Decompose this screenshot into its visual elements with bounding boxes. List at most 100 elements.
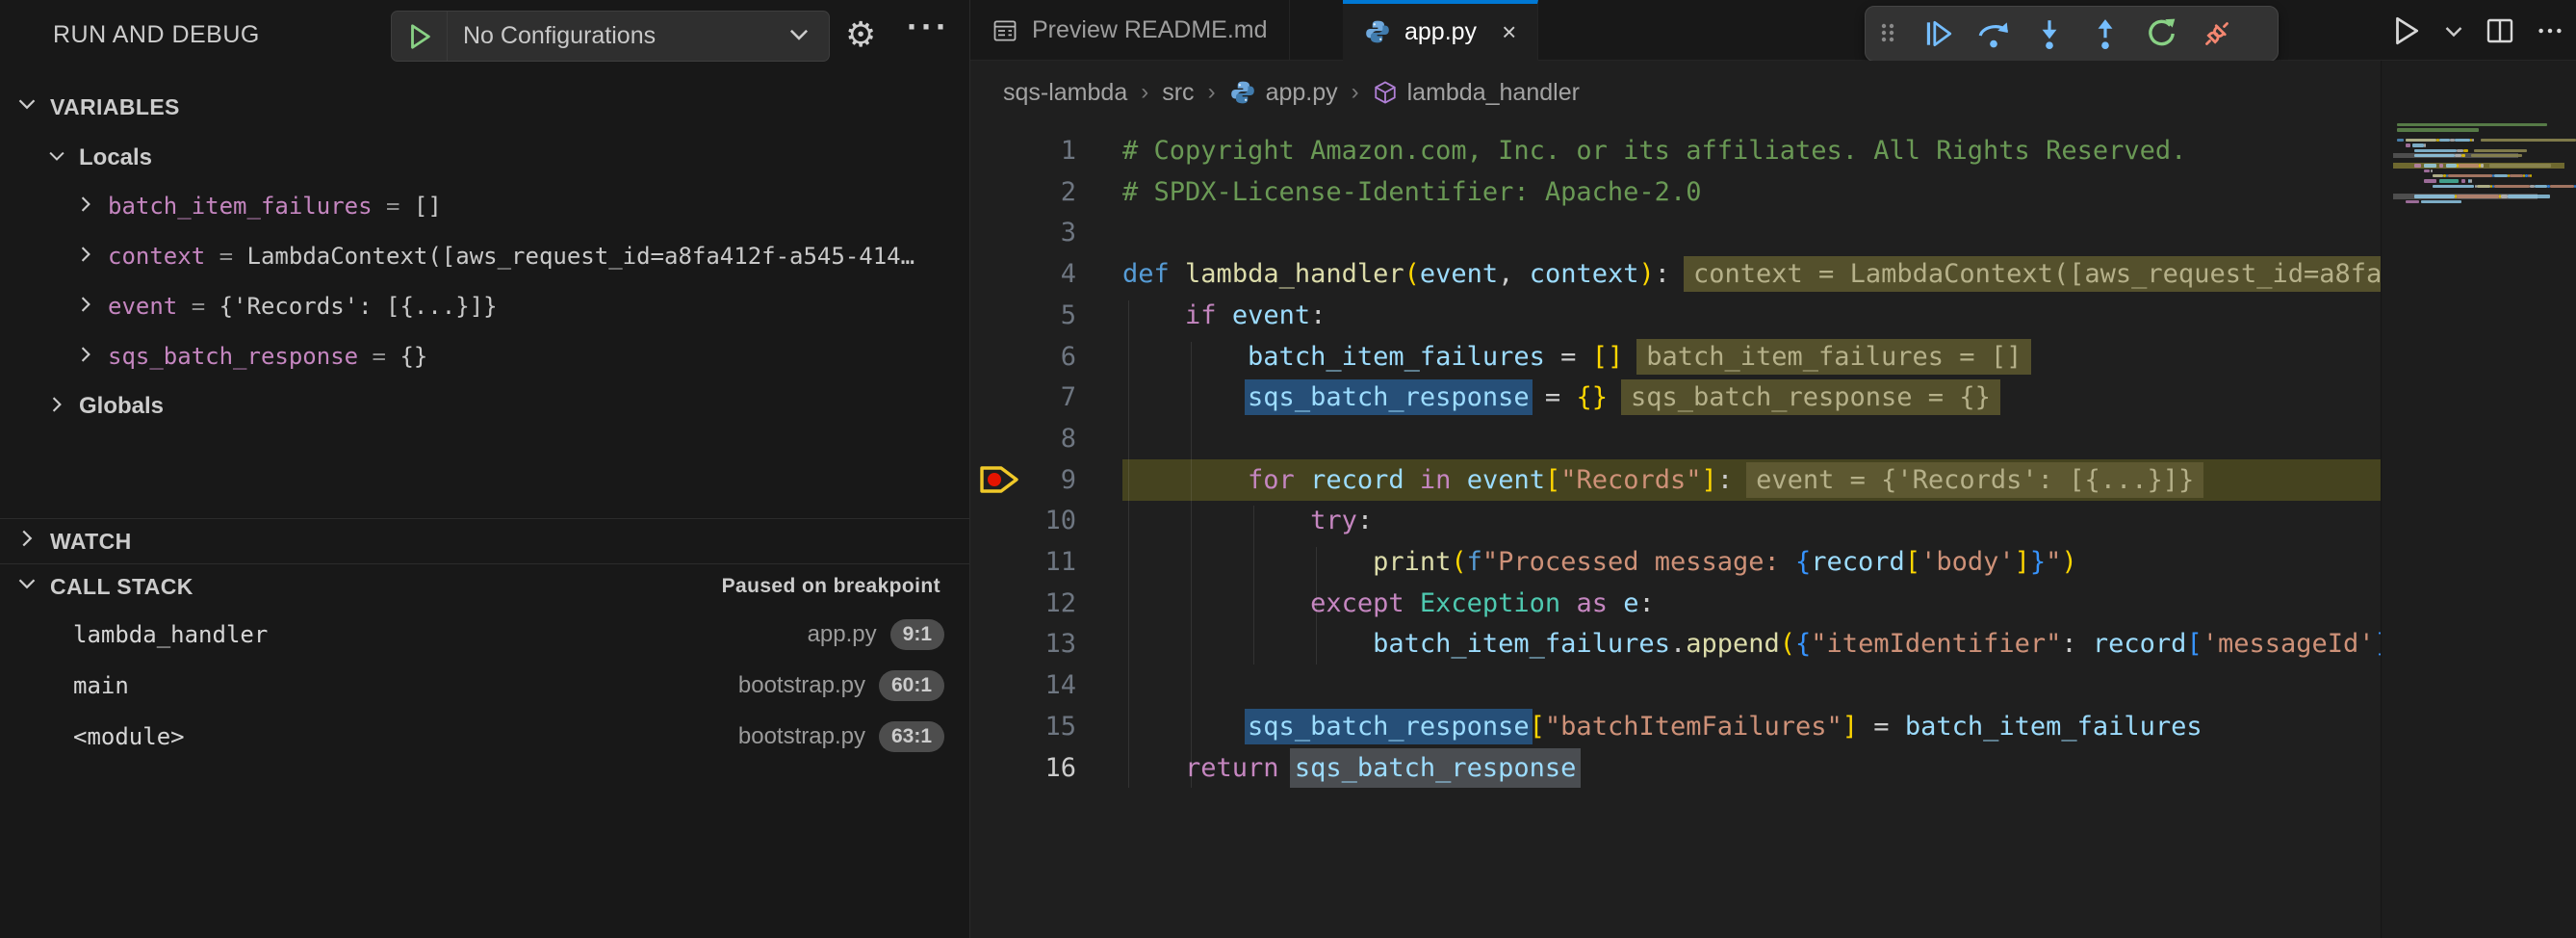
paused-status: Paused on breakpoint [722, 564, 940, 609]
code-line-14[interactable] [1122, 664, 2381, 706]
debug-config-dropdown[interactable]: No Configurations [391, 11, 830, 62]
minimap-line [2510, 174, 2523, 177]
variable-row-event[interactable]: event = {'Records': [{...}]} [0, 283, 969, 329]
stack-frame-row[interactable]: lambda_handlerapp.py9:1 [0, 611, 969, 659]
current-breakpoint-icon[interactable] [978, 462, 1022, 502]
variable-row-batch_item_failures[interactable]: batch_item_failures = [] [0, 183, 969, 229]
variable-name: event [108, 293, 177, 320]
more-actions-icon[interactable]: ··· [907, 6, 950, 48]
code-token: # SPDX-License-Identifier: Apache-2.0 [1122, 177, 1701, 207]
variable-row-sqs_batch_response[interactable]: sqs_batch_response = {} [0, 333, 969, 379]
minimap-line [2457, 149, 2463, 152]
code-token: = [1858, 712, 1905, 742]
code-line-1[interactable]: # Copyright Amazon.com, Inc. or its affi… [1122, 130, 2381, 171]
equals-sign: = [205, 243, 246, 270]
code-line-10[interactable]: try: [1122, 500, 2381, 541]
frame-name: main [73, 672, 129, 699]
code-line-2[interactable]: # SPDX-License-Identifier: Apache-2.0 [1122, 171, 2381, 213]
code-token: append [1686, 629, 1780, 659]
chevron-down-icon[interactable] [46, 145, 67, 171]
code-line-6[interactable]: batch_item_failures = []batch_item_failu… [1122, 336, 2381, 378]
code-token: " [2046, 547, 2061, 577]
variable-value: [] [414, 193, 969, 220]
code-token: : [1655, 259, 1670, 289]
minimap[interactable] [2381, 61, 2576, 938]
frame-location: bootstrap.py63:1 [738, 721, 944, 752]
minimap-line [2459, 164, 2479, 167]
run-button[interactable] [2389, 14, 2422, 47]
code-line-12[interactable]: except Exception as e: [1122, 583, 2381, 624]
code-token: 'body' [1920, 547, 2015, 577]
call-stack-section-header[interactable]: CALL STACK Paused on breakpoint [0, 564, 969, 609]
code-editor[interactable]: # Copyright Amazon.com, Inc. or its affi… [1122, 0, 2381, 938]
minimap-line [2461, 179, 2466, 182]
minimap-line [2397, 139, 2404, 142]
stack-frame-row[interactable]: <module>bootstrap.py63:1 [0, 713, 969, 761]
code-token: return [1185, 753, 1279, 783]
code-token [1170, 259, 1185, 289]
code-line-11[interactable]: print(f"Processed message: {record['body… [1122, 541, 2381, 583]
code-line-8[interactable] [1122, 418, 2381, 459]
minimap-line [2501, 195, 2508, 197]
indent-guide [1253, 506, 1254, 664]
minimap-line [2535, 185, 2548, 188]
chevron-down-icon [15, 572, 39, 601]
code-line-9[interactable]: for record in event["Records"]:event = {… [1122, 459, 2381, 501]
code-token: event [1467, 465, 1545, 495]
frame-line-badge: 60:1 [879, 670, 944, 701]
minimap-line [2477, 185, 2490, 188]
chevron-down-icon [15, 92, 39, 121]
chevron-right-icon[interactable] [75, 344, 96, 370]
chevron-right-icon[interactable] [46, 394, 67, 420]
chevron-right-icon[interactable] [75, 294, 96, 320]
code-line-16[interactable]: return sqs_batch_response [1122, 747, 2381, 789]
minimap-line [2424, 169, 2431, 172]
code-token: in [1420, 465, 1452, 495]
tree-group-locals[interactable]: Locals [0, 135, 969, 181]
chevron-right-icon[interactable] [75, 194, 96, 220]
tree-group-label: Globals [79, 393, 164, 420]
line-number: 6 [1009, 336, 1076, 378]
run-dropdown-chevron[interactable] [2442, 19, 2465, 42]
code-line-15[interactable]: sqs_batch_response["batchItemFailures"] … [1122, 706, 2381, 747]
code-token: def [1122, 259, 1170, 289]
start-debug-icon[interactable] [392, 12, 448, 61]
code-line-3[interactable] [1122, 212, 2381, 253]
code-line-7[interactable]: sqs_batch_response = {}sqs_batch_respons… [1122, 377, 2381, 418]
minimap-line [2424, 179, 2437, 182]
code-line-13[interactable]: batch_item_failures.append({"itemIdentif… [1122, 623, 2381, 664]
chevron-right-icon[interactable] [75, 244, 96, 270]
code-token: try [1310, 506, 1357, 535]
inline-debug-value: batch_item_failures = [] [1636, 339, 2031, 375]
minimap-line [2406, 143, 2410, 146]
code-token [1122, 547, 1373, 577]
code-token: as [1576, 588, 1608, 618]
minimap-line [2414, 149, 2457, 152]
more-actions-button[interactable] [2536, 16, 2564, 45]
code-token: lambda_handler [1185, 259, 1404, 289]
code-line-5[interactable]: if event: [1122, 295, 2381, 336]
variable-value: {'Records': [{...}]} [219, 293, 969, 320]
code-token: 'messageId' [2202, 629, 2375, 659]
indent-guide [1128, 300, 1129, 788]
tree-group-globals[interactable]: Globals [0, 383, 969, 430]
code-token: batch_item_failures [1905, 712, 2202, 742]
split-editor-button[interactable] [2485, 15, 2515, 46]
variables-section-header[interactable]: VARIABLES [0, 85, 969, 129]
watch-section-header[interactable]: WATCH [0, 519, 969, 563]
variable-name: context [108, 243, 205, 270]
code-token: e [1623, 588, 1638, 618]
stack-frame-row[interactable]: mainbootstrap.py60:1 [0, 662, 969, 710]
code-token [1608, 588, 1623, 618]
minimap-line [2448, 174, 2492, 177]
code-token: batch_item_failures [1373, 629, 1670, 659]
code-token: "Records" [1560, 465, 1701, 495]
variable-row-context[interactable]: context = LambdaContext([aws_request_id=… [0, 233, 969, 279]
code-token [1122, 629, 1373, 659]
minimap-line [2470, 179, 2472, 182]
gear-icon[interactable]: ⚙ [845, 13, 876, 56]
equals-sign: = [177, 293, 219, 320]
code-token: , [1498, 259, 1530, 289]
tree-group-label: Locals [79, 144, 152, 171]
code-line-4[interactable]: def lambda_handler(event, context):conte… [1122, 253, 2381, 295]
